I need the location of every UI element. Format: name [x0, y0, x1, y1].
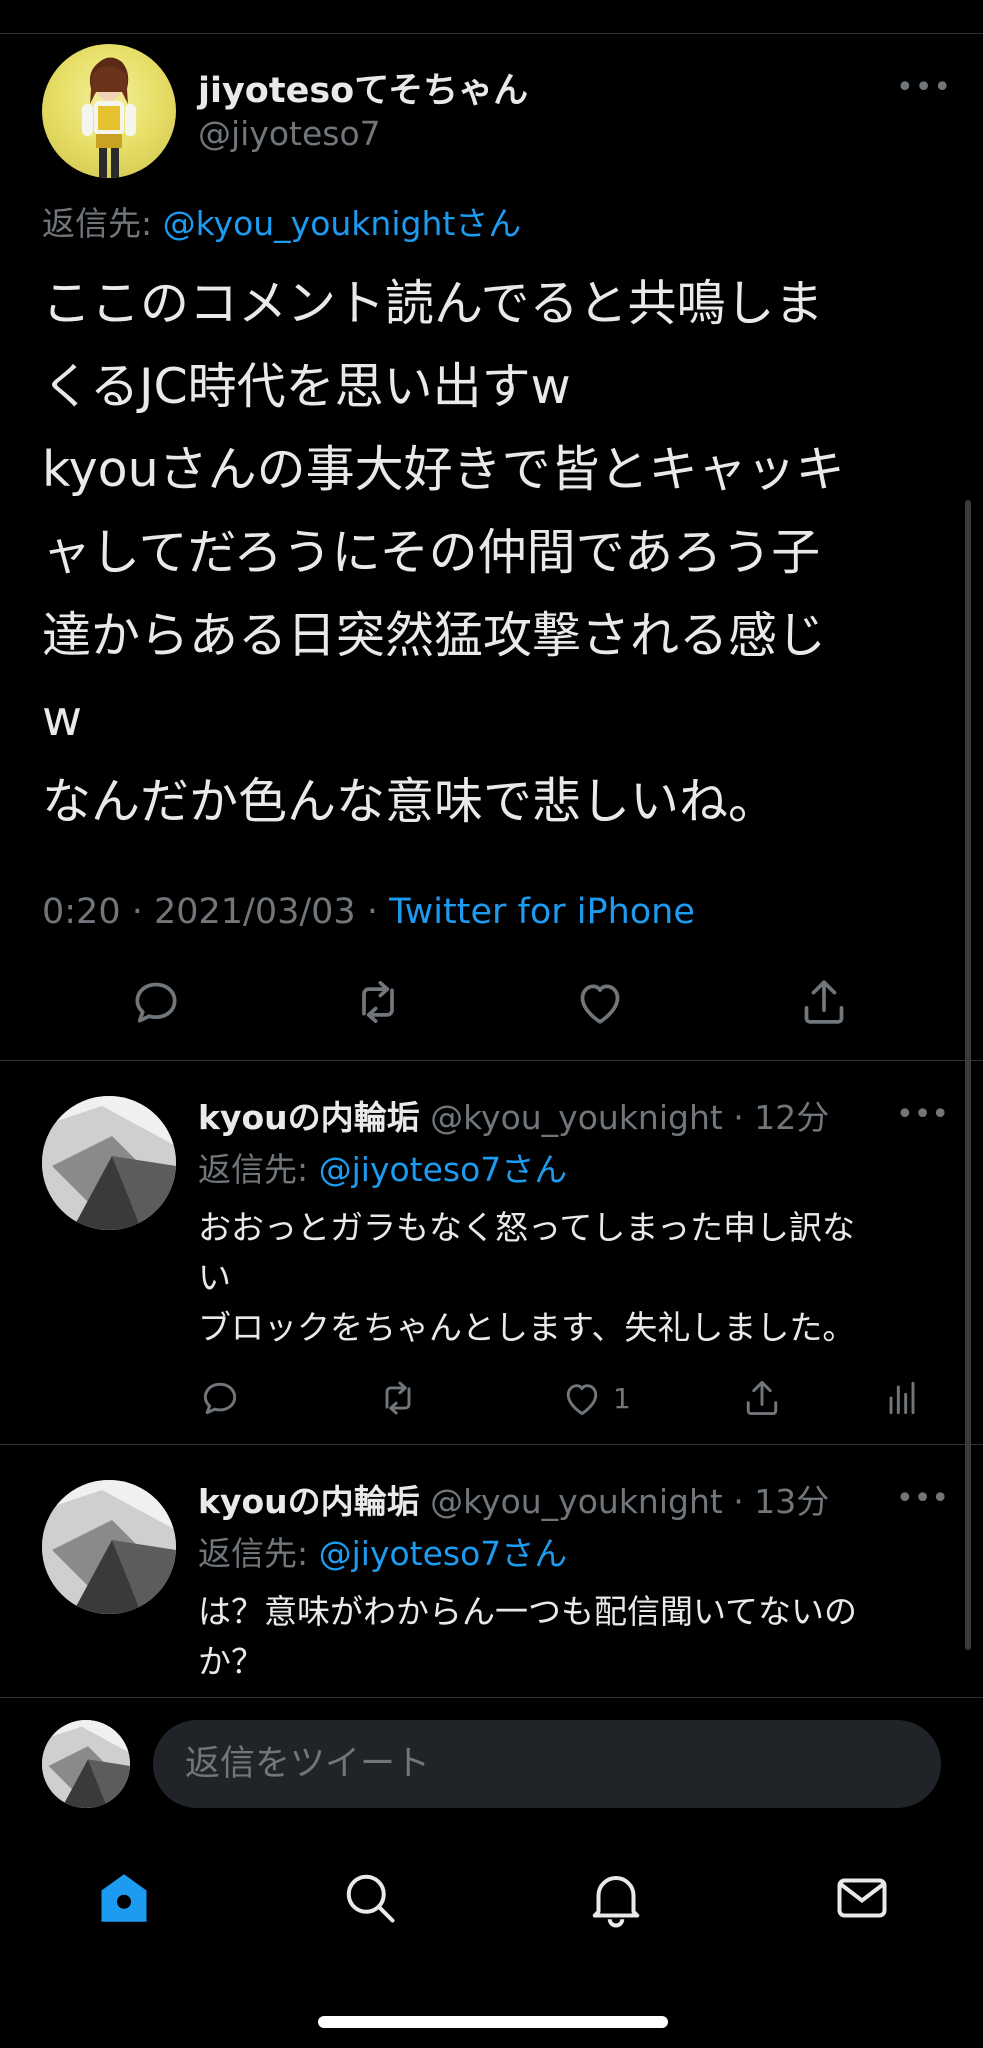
reply-icon[interactable]	[128, 974, 184, 1030]
avatar-image	[42, 1480, 176, 1614]
tweet-timestamp: 0:20 · 2021/03/03 ·	[42, 892, 390, 932]
reply-tweet[interactable]: kyouの内輪垢 @kyou_youknight · 13分 ••• 返信先: …	[0, 1445, 983, 1698]
retweet-icon[interactable]	[350, 974, 406, 1030]
avatar[interactable]	[42, 1480, 176, 1614]
bottom-nav	[0, 1828, 983, 2048]
avatar[interactable]	[42, 1096, 176, 1230]
handle-and-time: @kyou_youknight · 12分	[419, 1098, 830, 1137]
reply-to-label: 返信先:	[198, 1534, 319, 1573]
reply-to-link[interactable]: @jiyoteso7さん	[319, 1534, 568, 1573]
avatar-image	[42, 1720, 130, 1808]
home-icon[interactable]	[94, 1868, 154, 1928]
tweet-meta: 0:20 · 2021/03/03 · Twitter for iPhone	[42, 892, 695, 932]
more-icon[interactable]: •••	[896, 1481, 949, 1516]
search-icon[interactable]	[340, 1868, 400, 1928]
reply-text: おおっとガラもなく怒ってしまった申し訳な い ブロックをちゃんとします、失礼しま…	[198, 1208, 856, 1347]
tweet-actions	[0, 974, 983, 1044]
reply-to: 返信先: @kyou_youknightさん	[42, 197, 521, 245]
reply-to-label: 返信先:	[198, 1150, 319, 1189]
reply-header: kyouの内輪垢 @kyou_youknight · 13分	[198, 1475, 829, 1523]
like-icon[interactable]	[572, 974, 628, 1030]
avatar-image	[42, 1096, 176, 1230]
handle-and-time: @kyou_youknight · 13分	[419, 1482, 830, 1521]
tweet-text: ここのコメント読んでると共鳴しま くるJC時代を思い出すw kyouさんの事大好…	[42, 275, 845, 830]
main-tweet: jiyotesoてそちゃん @jiyoteso7 ••• 返信先: @kyou_…	[0, 34, 983, 1061]
reply-to-label: 返信先:	[42, 204, 163, 243]
share-icon[interactable]	[740, 1376, 784, 1420]
reply-text: は？意味がわからん一つも配信聞いてないの か？	[198, 1592, 858, 1681]
mail-icon[interactable]	[832, 1868, 892, 1928]
avatar[interactable]	[42, 44, 176, 178]
display-name[interactable]: jiyotesoてそちゃん	[198, 62, 528, 113]
handle[interactable]: @jiyoteso7	[198, 114, 381, 153]
tweet-source-link[interactable]: Twitter for iPhone	[389, 892, 695, 932]
bell-icon[interactable]	[586, 1868, 646, 1928]
avatar-image	[82, 57, 136, 178]
reply-to: 返信先: @jiyoteso7さん	[198, 1527, 567, 1575]
reply-actions: 1	[198, 1376, 938, 1420]
reply-composer	[0, 1698, 983, 1828]
analytics-icon[interactable]	[880, 1376, 924, 1420]
reply-icon[interactable]	[198, 1376, 242, 1420]
more-icon[interactable]: •••	[896, 1097, 949, 1132]
like-count: 1	[613, 1382, 631, 1415]
scrollbar[interactable]	[965, 500, 971, 1650]
display-name[interactable]: kyouの内輪垢	[198, 1482, 420, 1521]
avatar[interactable]	[42, 1720, 130, 1808]
reply-input[interactable]	[153, 1720, 941, 1808]
retweet-icon[interactable]	[376, 1376, 420, 1420]
more-icon[interactable]: •••	[896, 70, 952, 105]
reply-to: 返信先: @jiyoteso7さん	[198, 1143, 567, 1191]
display-name[interactable]: kyouの内輪垢	[198, 1098, 420, 1137]
share-icon[interactable]	[796, 974, 852, 1030]
home-indicator[interactable]	[318, 2016, 668, 2028]
reply-to-link[interactable]: @kyou_youknightさん	[163, 204, 522, 243]
reply-to-link[interactable]: @jiyoteso7さん	[319, 1150, 568, 1189]
reply-header: kyouの内輪垢 @kyou_youknight · 12分	[198, 1091, 829, 1139]
reply-tweet[interactable]: kyouの内輪垢 @kyou_youknight · 12分 ••• 返信先: …	[0, 1061, 983, 1445]
like-icon[interactable]	[560, 1376, 604, 1420]
